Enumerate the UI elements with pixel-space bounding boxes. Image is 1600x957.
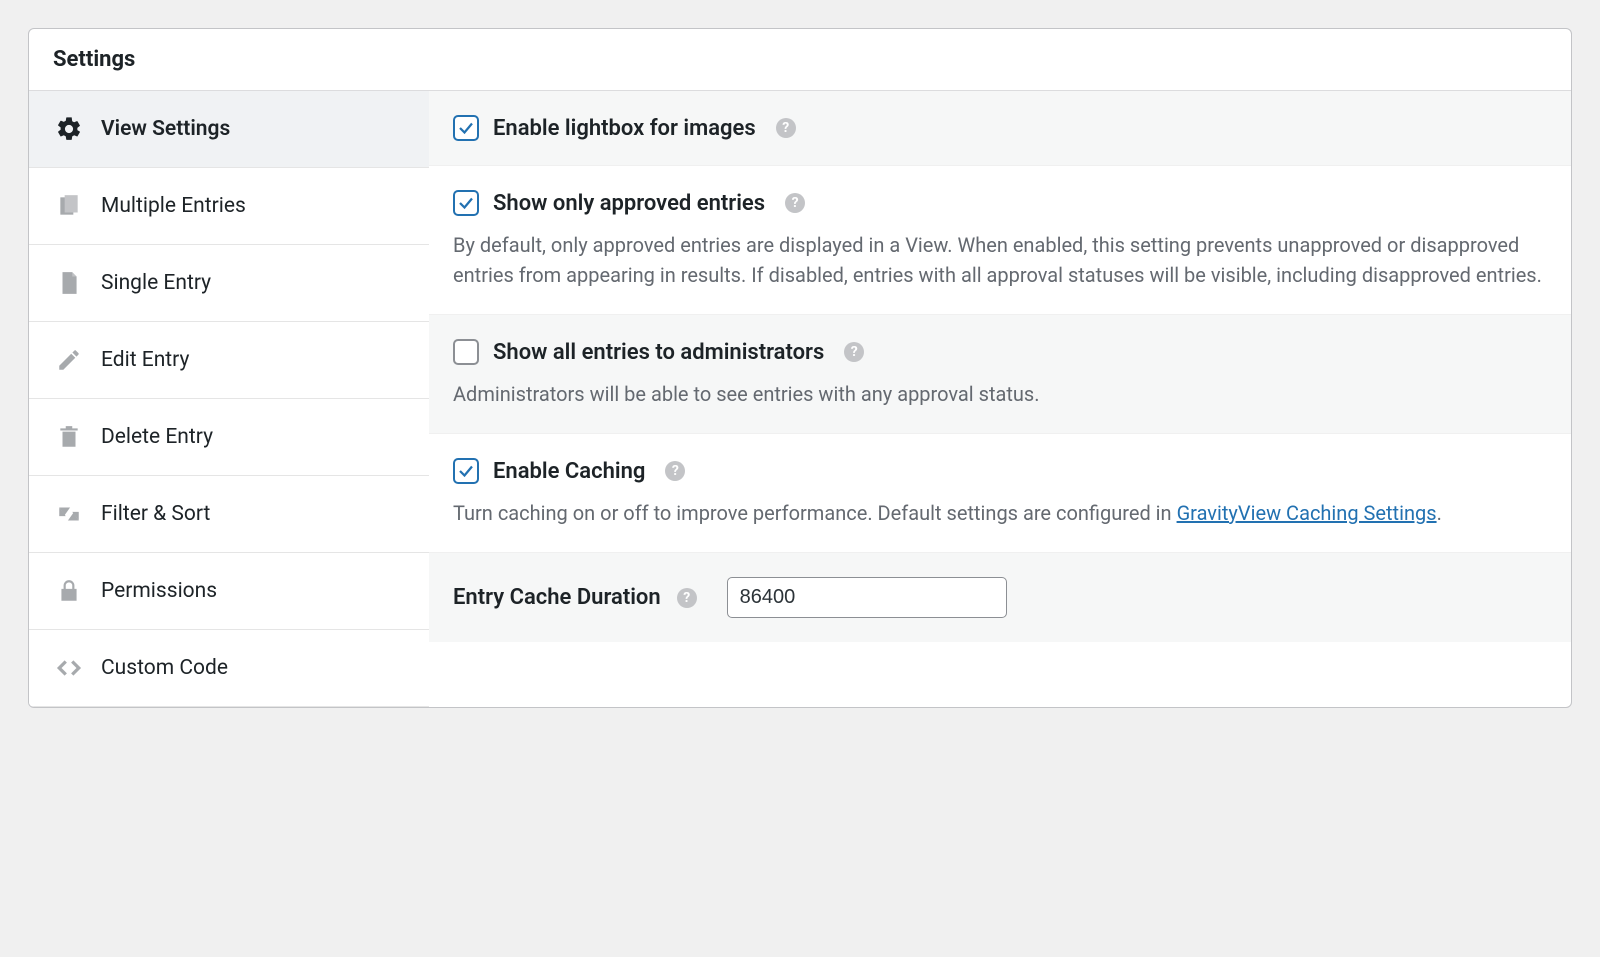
- input-cache-duration[interactable]: [727, 577, 1007, 618]
- setting-approved: Show only approved entries ? By default,…: [429, 166, 1571, 315]
- copies-icon: [55, 192, 83, 220]
- setting-show-all-admin: Show all entries to administrators ? Adm…: [429, 315, 1571, 434]
- help-icon[interactable]: ?: [665, 461, 685, 481]
- setting-caching: Enable Caching ? Turn caching on or off …: [429, 434, 1571, 553]
- label-approved: Show only approved entries: [493, 191, 765, 216]
- setting-cache-duration: Entry Cache Duration ?: [429, 553, 1571, 642]
- label-lightbox: Enable lightbox for images: [493, 116, 756, 141]
- sidebar-item-filter-sort[interactable]: Filter & Sort: [29, 476, 429, 553]
- sidebar-item-single-entry[interactable]: Single Entry: [29, 245, 429, 322]
- setting-lightbox: Enable lightbox for images ?: [429, 91, 1571, 166]
- sidebar-item-custom-code[interactable]: Custom Code: [29, 630, 429, 707]
- sidebar-item-label: Edit Entry: [101, 348, 189, 372]
- code-icon: [55, 654, 83, 682]
- label-cache-duration: Entry Cache Duration: [453, 585, 661, 610]
- help-icon[interactable]: ?: [844, 342, 864, 362]
- caching-settings-link[interactable]: GravityView Caching Settings: [1177, 501, 1437, 525]
- pencil-icon: [55, 346, 83, 374]
- help-icon[interactable]: ?: [785, 193, 805, 213]
- gear-icon: [55, 115, 83, 143]
- checkbox-approved[interactable]: [453, 190, 479, 216]
- sidebar-item-label: View Settings: [101, 117, 230, 141]
- help-icon[interactable]: ?: [677, 588, 697, 608]
- sidebar-item-label: Custom Code: [101, 656, 228, 680]
- label-caching: Enable Caching: [493, 459, 645, 484]
- sidebar-item-delete-entry[interactable]: Delete Entry: [29, 399, 429, 476]
- panel-title: Settings: [29, 29, 1571, 91]
- sidebar-item-label: Single Entry: [101, 271, 211, 295]
- page-icon: [55, 269, 83, 297]
- settings-panel: Settings View Settings Multiple Entries …: [28, 28, 1572, 708]
- sidebar-item-permissions[interactable]: Permissions: [29, 553, 429, 630]
- settings-sidebar: View Settings Multiple Entries Single En…: [29, 91, 429, 707]
- sidebar-item-label: Delete Entry: [101, 425, 213, 449]
- checkbox-lightbox[interactable]: [453, 115, 479, 141]
- checkbox-show-all-admin[interactable]: [453, 339, 479, 365]
- sidebar-item-view-settings[interactable]: View Settings: [29, 91, 429, 168]
- desc-show-all-admin: Administrators will be able to see entri…: [453, 379, 1547, 409]
- lock-icon: [55, 577, 83, 605]
- label-show-all-admin: Show all entries to administrators: [493, 340, 824, 365]
- sidebar-item-label: Multiple Entries: [101, 194, 246, 218]
- trash-icon: [55, 423, 83, 451]
- desc-approved: By default, only approved entries are di…: [453, 230, 1547, 290]
- help-icon[interactable]: ?: [776, 118, 796, 138]
- sidebar-item-label: Filter & Sort: [101, 502, 210, 526]
- sidebar-item-multiple-entries[interactable]: Multiple Entries: [29, 168, 429, 245]
- sort-icon: [55, 500, 83, 528]
- sidebar-item-edit-entry[interactable]: Edit Entry: [29, 322, 429, 399]
- checkbox-caching[interactable]: [453, 458, 479, 484]
- panel-body: View Settings Multiple Entries Single En…: [29, 91, 1571, 707]
- desc-caching: Turn caching on or off to improve perfor…: [453, 498, 1547, 528]
- settings-content: Enable lightbox for images ? Show only a…: [429, 91, 1571, 707]
- sidebar-item-label: Permissions: [101, 579, 217, 603]
